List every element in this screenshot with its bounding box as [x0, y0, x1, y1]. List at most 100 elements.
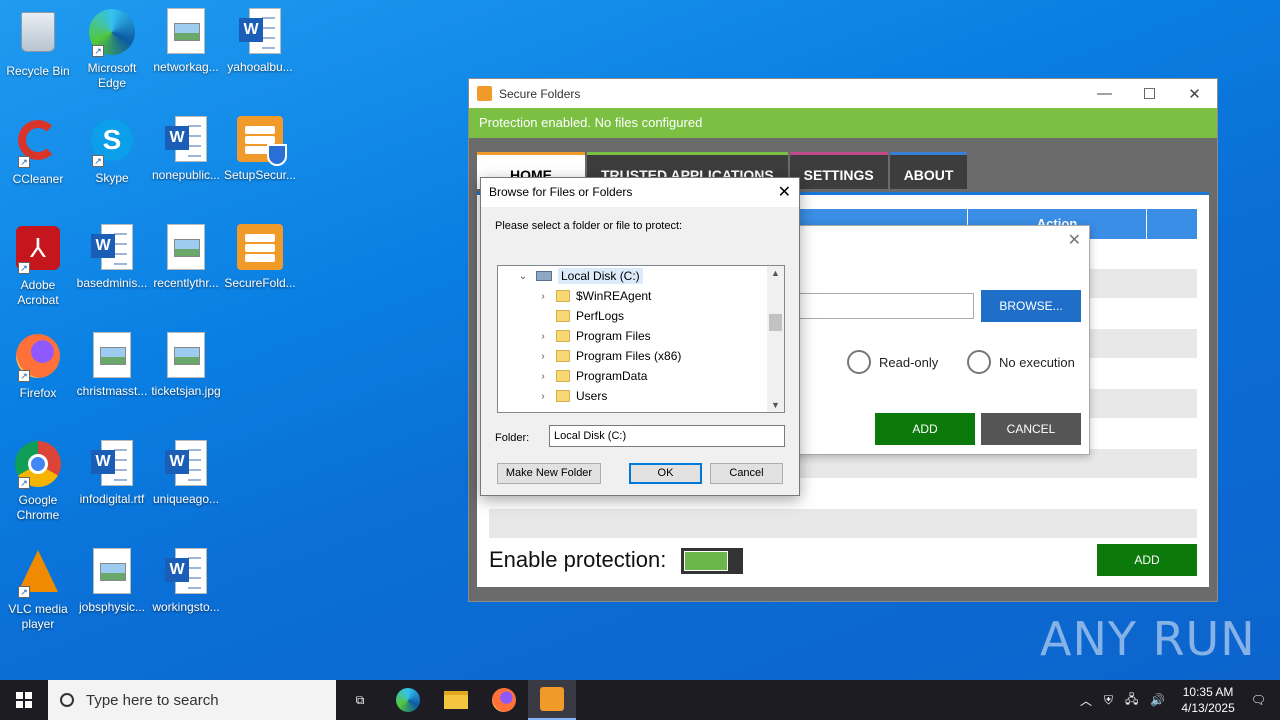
desktop-icon-skype[interactable]: S ↗ Skype [74, 116, 150, 186]
chevron-up-icon[interactable]: ︿ [1080, 692, 1092, 709]
chevron-down-icon[interactable]: ⌄ [516, 271, 530, 282]
chevron-right-icon[interactable]: › [536, 331, 550, 342]
desktop-icon-basedminis[interactable]: W basedminis... [74, 224, 150, 291]
taskbar-firefox[interactable] [480, 680, 528, 720]
radio-read-only[interactable]: Read-only [847, 350, 938, 374]
tab-settings[interactable]: SETTINGS [789, 152, 888, 189]
add-item-dialog: ✕ BROWSE... Read-only No execution ADD C… [790, 225, 1090, 455]
desktop-icon-edge[interactable]: ↗ Microsoft Edge [74, 8, 150, 91]
desktop-icon-workingsto[interactable]: W workingsto... [148, 548, 224, 615]
chevron-right-icon[interactable]: › [536, 371, 550, 382]
desktop-icon-label: SetupSecur... [223, 168, 297, 182]
desktop-icon-ccleaner[interactable]: ↗ CCleaner [0, 116, 76, 187]
volume-icon[interactable]: 🔊 [1150, 693, 1165, 707]
ok-button[interactable]: OK [629, 463, 702, 484]
make-new-folder-button[interactable]: Make New Folder [497, 463, 601, 484]
desktop-icon-infodigital[interactable]: W infodigital.rtf [74, 440, 150, 507]
desktop-icon-adobe-acrobat[interactable]: ⅄ ↗ Adobe Acrobat [0, 224, 76, 308]
notification-icon[interactable]: 🗨 [1251, 693, 1266, 707]
tab-about[interactable]: ABOUT [889, 152, 968, 189]
scroll-down-icon[interactable]: ▼ [767, 400, 784, 410]
radio-label: No execution [999, 354, 1075, 370]
folder-icon [556, 310, 570, 322]
desktop-icon-recentlythr[interactable]: recentlythr... [148, 224, 224, 291]
radio-circle-icon [847, 350, 871, 374]
security-icon[interactable]: ⛨ [1104, 693, 1113, 708]
desktop-icon-securefold[interactable]: SecureFold... [222, 224, 298, 291]
tree-item[interactable]: › $WinREAgent [498, 286, 784, 306]
desktop-icon-label: workingsto... [152, 600, 220, 614]
desktop-icon-jobsphysic[interactable]: jobsphysic... [74, 548, 150, 615]
folder-icon [556, 390, 570, 402]
firefox-icon [492, 688, 516, 712]
status-banner: Protection enabled. No files configured [469, 108, 1217, 138]
desktop-icon-firefox[interactable]: ↗ Firefox [0, 332, 76, 401]
close-icon[interactable]: ✕ [778, 178, 791, 207]
desktop-icon-label: networkag... [153, 60, 219, 74]
tree-item[interactable]: PerfLogs [498, 306, 784, 326]
browse-button[interactable]: BROWSE... [981, 290, 1081, 322]
network-icon[interactable]: 🖧 [1125, 690, 1138, 711]
desktop-icon-networkag[interactable]: networkag... [148, 8, 224, 75]
word-doc-icon: W [236, 8, 284, 56]
taskbar-search[interactable]: Type here to search [48, 680, 336, 720]
chevron-right-icon[interactable]: › [536, 291, 550, 302]
folder-field[interactable]: Local Disk (C:) [549, 425, 785, 447]
close-icon[interactable]: ✕ [1172, 85, 1217, 103]
firefox-icon: ↗ [14, 334, 62, 382]
window-titlebar[interactable]: Secure Folders — ☐ ✕ [469, 79, 1217, 108]
dialog-add-button[interactable]: ADD [875, 413, 975, 445]
desktop-icon-ticketsjan[interactable]: ticketsjan.jpg [148, 332, 224, 399]
desktop-icon-label: infodigital.rtf [79, 492, 145, 506]
desktop-icon-label: christmasst... [76, 384, 148, 398]
image-file-icon [88, 332, 136, 380]
tree-item[interactable]: ⌄ Local Disk (C:) [498, 266, 784, 286]
radio-circle-icon [967, 350, 991, 374]
scroll-up-icon[interactable]: ▲ [767, 268, 784, 278]
folder-tree[interactable]: ⌄ Local Disk (C:) › $WinREAgent PerfLogs… [497, 265, 785, 413]
desktop-icon-setupsecur[interactable]: SetupSecur... [222, 116, 298, 183]
desktop-icon-label: uniqueago... [152, 492, 220, 506]
tree-item[interactable]: › Program Files (x86) [498, 346, 784, 366]
desktop-icon-label: Skype [95, 171, 129, 185]
task-view-button[interactable]: ⧉ [336, 680, 384, 720]
desktop-icon-label: jobsphysic... [78, 600, 146, 614]
desktop-icon-nonepublic[interactable]: W nonepublic... [148, 116, 224, 183]
tree-item[interactable]: › Users [498, 386, 784, 406]
tree-item-label: Program Files (x86) [576, 349, 682, 363]
desktop-icon-google-chrome[interactable]: ↗ Google Chrome [0, 440, 76, 523]
desktop-icon-christmasst[interactable]: christmasst... [74, 332, 150, 399]
desktop-icon-yahooalbu[interactable]: W yahooalbu... [222, 8, 298, 75]
taskbar-secure-folders[interactable] [528, 680, 576, 720]
edge-icon [396, 688, 420, 712]
scrollbar-thumb[interactable] [769, 314, 782, 331]
tree-item[interactable]: › Program Files [498, 326, 784, 346]
desktop-icon-vlc[interactable]: ↗ VLC media player [0, 548, 76, 632]
desktop-icon-recycle-bin[interactable]: Recycle Bin [0, 8, 76, 79]
tree-scrollbar[interactable]: ▲ ▼ [767, 266, 784, 412]
enable-protection-toggle[interactable] [681, 548, 743, 574]
search-icon [60, 693, 74, 707]
tree-item[interactable]: › ProgramData [498, 366, 784, 386]
system-tray: ︿ ⛨ 🖧 🔊 10:35 AM 4/13/2025 🗨 [1074, 684, 1280, 716]
desktop-icon-uniqueago[interactable]: W uniqueago... [148, 440, 224, 507]
taskbar-file-explorer[interactable] [432, 680, 480, 720]
taskbar-edge[interactable] [384, 680, 432, 720]
dialog-titlebar[interactable]: Browse for Files or Folders ✕ [481, 178, 799, 207]
cancel-button[interactable]: Cancel [710, 463, 783, 484]
path-input[interactable] [799, 293, 974, 319]
add-button[interactable]: ADD [1097, 544, 1197, 576]
start-button[interactable] [0, 680, 48, 720]
secure-folders-app-icon [477, 86, 492, 101]
acrobat-icon: ⅄ ↗ [14, 226, 62, 274]
chevron-right-icon[interactable]: › [536, 391, 550, 402]
radio-no-execution[interactable]: No execution [967, 350, 1075, 374]
chevron-right-icon[interactable]: › [536, 351, 550, 362]
minimize-icon[interactable]: — [1082, 85, 1127, 103]
dialog-cancel-button[interactable]: CANCEL [981, 413, 1081, 445]
clock[interactable]: 10:35 AM 4/13/2025 [1181, 684, 1234, 716]
tree-item-label: $WinREAgent [576, 289, 652, 303]
skype-icon: S ↗ [88, 119, 136, 167]
close-icon[interactable]: ✕ [1068, 230, 1081, 250]
maximize-icon[interactable]: ☐ [1127, 85, 1172, 103]
